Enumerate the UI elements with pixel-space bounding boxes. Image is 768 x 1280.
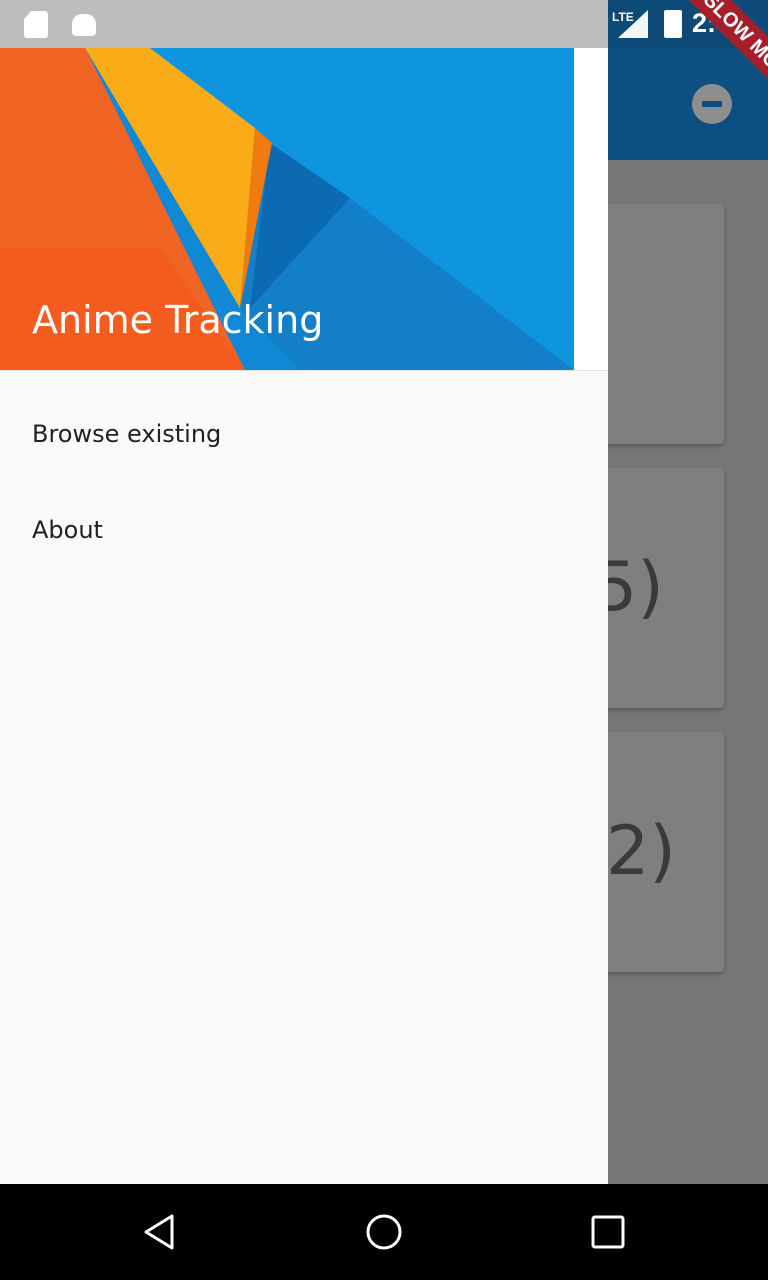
android-debug-icon: [72, 14, 96, 36]
menu-item-about[interactable]: About: [0, 482, 608, 578]
anime-card[interactable]: 2): [590, 732, 724, 972]
anime-card[interactable]: 5): [590, 468, 724, 708]
divider: [0, 370, 608, 371]
recents-icon[interactable]: [588, 1212, 628, 1252]
menu-item-browse-existing[interactable]: Browse existing: [0, 386, 608, 482]
drawer-title: Anime Tracking: [32, 298, 324, 342]
debug-banner: SLOW MODE: [648, 0, 768, 120]
menu-item-label: Browse existing: [32, 420, 222, 448]
navigation-drawer: Anime Tracking Browse existing About: [0, 48, 608, 1184]
slow-mode-label: SLOW MODE: [680, 0, 768, 112]
card-text: 2): [606, 812, 676, 891]
home-icon[interactable]: [364, 1212, 404, 1252]
anime-card[interactable]: [590, 204, 724, 444]
network-type: LTE: [612, 10, 634, 24]
drawer-header: Anime Tracking: [0, 48, 574, 370]
back-icon[interactable]: [140, 1212, 180, 1252]
header-strip: [574, 48, 608, 370]
sd-card-icon: [24, 11, 48, 38]
navigation-bar: [0, 1184, 768, 1280]
menu-item-label: About: [32, 516, 103, 544]
